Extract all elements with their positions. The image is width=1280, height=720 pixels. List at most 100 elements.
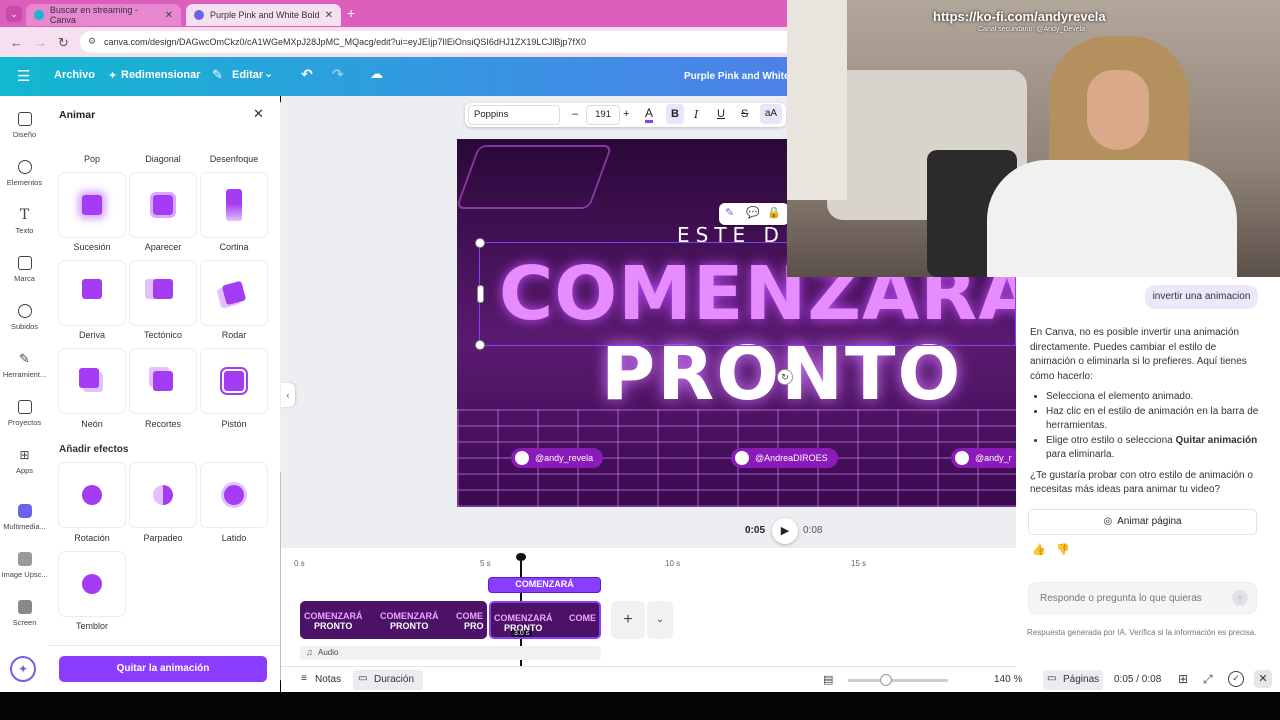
timeline-view-icon[interactable]: ▤ [823,673,833,686]
new-tab-icon[interactable]: + [347,5,355,21]
fullscreen-icon[interactable]: ⤢ [1203,672,1213,687]
anim-tile-piston[interactable] [201,349,267,413]
text-color-button[interactable]: A [645,107,654,123]
playhead-knob[interactable] [516,553,526,561]
anim-label-aparecer: Aparecer [144,242,182,252]
rail-item-screen[interactable]: Screen [0,600,49,627]
close-tab-icon[interactable]: ✕ [165,10,173,21]
effect-tile-latido[interactable] [201,463,267,527]
close-overlay-icon[interactable]: ✕ [1254,670,1272,688]
anim-tile-sucesion[interactable] [59,173,125,237]
font-size-decrease-button[interactable]: – [572,108,578,120]
menu-icon[interactable]: ☰ [17,67,30,85]
close-panel-icon[interactable]: ✕ [253,106,264,122]
editar-button[interactable]: Editar [232,69,263,81]
italic-button[interactable]: I [694,108,698,121]
bold-button[interactable]: B [666,104,684,124]
rail-item-subidos[interactable]: Subidos [0,304,49,331]
anim-tile-rodar[interactable] [201,261,267,325]
clip-thumb-text: PRONTO [314,621,353,631]
magic-edit-icon[interactable]: ✎ [725,206,734,219]
check-icon[interactable]: ✓ [1228,671,1244,687]
collapse-panel-handle[interactable]: ‹ [281,383,295,407]
rotate-handle-icon[interactable]: ↻ [777,369,793,385]
rail-item-herramientas[interactable]: ✎ Herramient... [0,352,49,380]
anim-tile-deriva[interactable] [59,261,125,325]
undo-icon[interactable]: ↶ [301,66,313,83]
send-icon[interactable]: ↑ [1232,590,1248,606]
deriva-preview-icon [82,279,102,299]
cloud-save-icon[interactable]: ☁ [370,66,383,82]
reload-icon[interactable]: ↻ [58,35,69,51]
zoom-slider-track[interactable] [848,679,948,682]
panel-title: Animar [59,109,96,121]
tab-search-icon[interactable]: ⌄ [6,6,22,22]
document-title[interactable]: Purple Pink and White [684,71,790,82]
thumbs-down-icon[interactable]: 👎 [1056,543,1070,556]
duracion-button[interactable]: ▭ Duración [353,670,423,690]
anim-tile-tectonico[interactable] [130,261,196,325]
back-icon[interactable]: ← [10,35,23,50]
rail-item-proyectos[interactable]: Proyectos [0,400,49,427]
browser-tab-1[interactable]: Buscar en streaming - Canva ✕ [26,4,181,26]
anim-tile-neon[interactable] [59,349,125,413]
effect-tile-rotacion[interactable] [59,463,125,527]
audio-track[interactable]: ♫ Audio [300,646,601,660]
zoom-level[interactable]: 140 % [994,674,1022,685]
selection-handle-tl[interactable] [475,238,485,248]
animate-page-button[interactable]: ◎ Animar página [1028,509,1257,535]
underline-button[interactable]: U [717,108,725,120]
anim-tile-recortes[interactable] [130,349,196,413]
anim-tile-aparecer[interactable] [130,173,196,237]
redimensionar-button[interactable]: Redimensionar [121,69,200,81]
anim-label-sucesion: Sucesión [73,242,111,252]
lock-icon[interactable]: 🔒 [767,206,781,219]
timeline-clip-1[interactable]: COMENZARÁ PRONTO COMENZARÁ PRONTO COME P… [300,601,487,639]
grid-view-icon[interactable]: ⊞ [1178,672,1188,686]
rail-item-image-upscaler[interactable]: Image Upsc... [0,552,49,579]
rail-item-apps[interactable]: ⊞ Apps [0,448,49,475]
timeline-clip-2-selected[interactable]: COMENZARÁ PRONTO COME 3.0 s [489,601,601,639]
redo-icon[interactable]: ↷ [332,66,344,83]
letter-case-button[interactable]: aA [760,104,782,124]
font-family-select[interactable]: Poppins [468,105,560,125]
play-button[interactable]: ▶ [772,518,798,544]
strikethrough-button[interactable]: S [741,108,748,120]
effect-tile-parpadeo[interactable] [130,463,196,527]
notas-button[interactable]: Notas [315,674,341,685]
animation-caption-label[interactable]: COMENZARÁ [488,577,601,593]
rail-item-diseno[interactable]: Diseño [0,112,49,139]
chevron-down-icon[interactable]: ⌄ [264,67,273,80]
anim-tile-cortina[interactable] [201,173,267,237]
paginas-button[interactable]: ▭ Páginas [1043,670,1103,690]
close-tab-icon[interactable]: ✕ [325,10,333,21]
rail-item-elementos[interactable]: Elementos [0,160,49,187]
comment-icon[interactable]: 💬 [746,206,760,219]
selection-handle-left[interactable] [477,285,484,303]
rail-item-multimedia[interactable]: Multimedia... [0,504,49,531]
thumbs-up-icon[interactable]: 👍 [1032,543,1046,556]
rail-item-texto[interactable]: T Texto [0,208,49,235]
browser-tab-2[interactable]: Purple Pink and White Bold Ne ✕ [186,4,341,26]
chat-input[interactable]: Responde o pregunta lo que quieras ↑ [1028,582,1257,614]
forward-icon[interactable]: → [34,35,47,50]
user-message-text: invertir una animacion [1152,291,1251,302]
url-field[interactable]: ⚙ canva.com/design/DAGwcOmCkz0/cA1WGeMXp… [80,31,800,53]
remove-animation-button[interactable]: Quitar la animación [59,656,267,682]
aparecer-preview-icon [150,192,176,218]
rail-item-marca[interactable]: Marca [0,256,49,283]
page-options-button[interactable]: ⌄ [647,601,673,639]
add-page-button[interactable]: + [611,601,645,639]
magic-assistant-icon[interactable]: ✦ [10,656,36,682]
font-size-increase-button[interactable]: + [623,108,629,120]
social-badge-twitch[interactable]: @andy_r [951,448,1016,468]
social-badge-youtube[interactable]: @andy_revela [511,448,604,468]
site-info-icon[interactable]: ⚙ [88,36,96,47]
effect-tile-temblor[interactable] [59,552,125,616]
font-size-input[interactable]: 191 [586,105,620,125]
selection-handle-bl[interactable] [475,340,485,350]
font-family-value: Poppins [474,109,509,120]
archivo-button[interactable]: Archivo [54,69,95,81]
social-badge-x[interactable]: @AndreaDIROES [731,448,838,468]
zoom-slider-thumb[interactable] [880,674,892,686]
